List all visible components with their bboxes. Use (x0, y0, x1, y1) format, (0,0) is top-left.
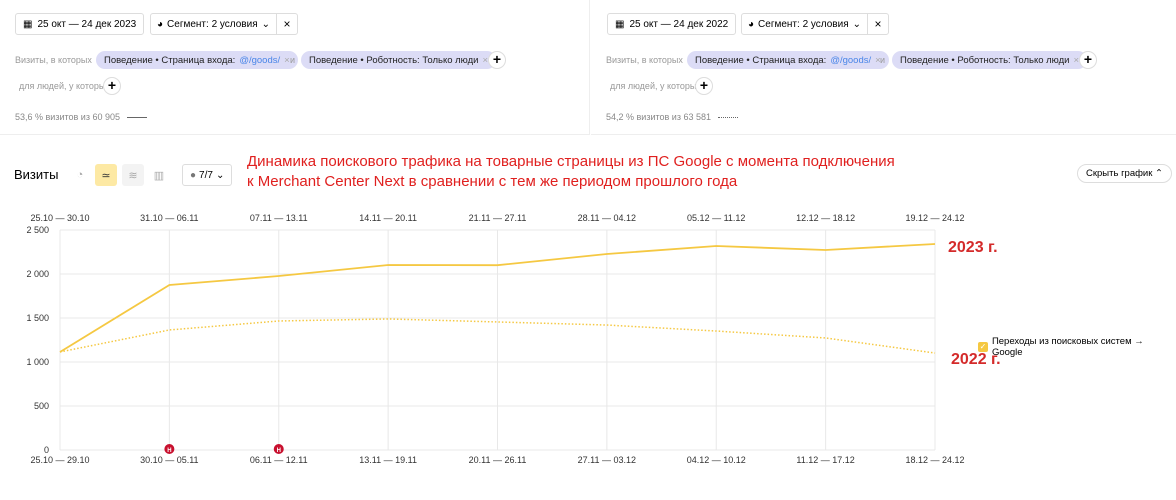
series-line-2022 (59, 318, 936, 354)
annotation-text: Динамика поискового трафика на товарные … (247, 153, 895, 190)
segment-panel-2022: ▦ 25 окт — 24 дек 2022 ◕ Сегмент: 2 услови… (591, 0, 1176, 135)
pie-chart-icon[interactable]: ◔ (69, 164, 91, 186)
pie-icon: ◕ (157, 18, 164, 30)
x-top-tick-label: 28.11 — 04.12 (578, 213, 636, 223)
add-people-condition-button[interactable]: + (695, 77, 713, 95)
x-bottom-tick-label: 27.11 — 03.12 (578, 455, 636, 465)
x-top-tick-label: 05.12 — 11.12 (687, 213, 745, 223)
y-tick-label: 500 (34, 401, 49, 411)
date-range-button[interactable]: ▦ 25 окт — 24 дек 2022 (607, 13, 737, 35)
note-marker-icon (273, 444, 284, 454)
x-top-tick-label: 12.12 — 18.12 (796, 213, 855, 223)
y-tick-label: 1 000 (26, 357, 49, 367)
x-bottom-tick-label: 13.11 — 19.11 (359, 455, 417, 465)
chevron-down-icon: ⌄ (261, 18, 271, 30)
add-condition-button[interactable]: + (488, 51, 506, 69)
x-top-tick-label: 25.10 — 30.10 (30, 213, 89, 223)
area-chart-icon[interactable]: ≋ (122, 164, 144, 186)
close-icon[interactable]: × (277, 14, 297, 34)
visits-label: Визиты, в которых (15, 55, 92, 65)
remove-icon[interactable]: × (284, 55, 290, 66)
people-label: для людей, у которых (19, 81, 110, 91)
segment-stat: 53,6 % визитов из 60 905 (15, 112, 147, 122)
calendar-icon: ▦ (23, 18, 33, 30)
x-top-tick-label: 19.12 — 24.12 (905, 213, 964, 223)
x-bottom-tick-label: 20.11 — 26.11 (469, 455, 527, 465)
note-marker-icon (164, 444, 175, 454)
y-tick-label: 2 500 (26, 225, 49, 235)
chip-label: Поведение • Страница входа: (104, 54, 236, 66)
x-bottom-tick-label: 30.10 — 05.11 (140, 455, 198, 465)
chip-label: Поведение • Роботность: Только люди (309, 54, 479, 66)
and-label: и (290, 55, 296, 65)
label-2023: 2023 г. (948, 239, 998, 256)
chip-label: Поведение • Роботность: Только люди (900, 54, 1070, 66)
y-tick-label: 0 (44, 445, 49, 455)
pie-icon: ◕ (748, 18, 755, 30)
segment-panel-2023: ▦ 25 окт — 24 дек 2023 ◕ Сегмент: 2 услови… (0, 0, 590, 135)
add-people-condition-button[interactable]: + (103, 77, 121, 95)
condition-chip-robots[interactable]: Поведение • Роботность: Только люди × (301, 51, 497, 69)
line-chart-icon[interactable]: ≃ (95, 164, 117, 186)
segment-stat: 54,2 % визитов из 63 581 (606, 112, 738, 122)
y-tick-label: 1 500 (26, 313, 49, 323)
date-range-button[interactable]: ▦ 25 окт — 24 дек 2023 (15, 13, 145, 35)
x-bottom-tick-label: 25.10 — 29.10 (30, 455, 89, 465)
and-label: и (880, 55, 886, 65)
add-condition-button[interactable]: + (1079, 51, 1097, 69)
chip-value: @/goods/ (239, 54, 281, 66)
chevron-down-icon: ⌄ (215, 169, 225, 181)
condition-chip-entry-page[interactable]: Поведение • Страница входа: @/goods/× (96, 51, 298, 69)
chip-label: Поведение • Страница входа: (695, 54, 827, 66)
visits-label: Визиты, в которых (606, 55, 683, 65)
calendar-icon: ▦ (615, 18, 625, 30)
x-top-tick-label: 07.11 — 13.11 (250, 213, 308, 223)
segment-selector[interactable]: ◕ Сегмент: 2 условия ⌄ × (741, 13, 890, 35)
x-bottom-tick-label: 18.12 — 24.12 (905, 455, 964, 465)
bar-chart-icon[interactable]: ▥ (148, 164, 170, 186)
segment-selector[interactable]: ◕ Сегмент: 2 условия ⌄ × (150, 13, 299, 35)
note-marker-label: Н (277, 448, 281, 454)
legend-item[interactable]: ✓ Переходы из поисковых систем → Google (978, 336, 1176, 358)
comment-icon: ● (190, 169, 197, 181)
chart-title: Визиты (14, 167, 59, 182)
x-top-tick-label: 31.10 — 06.11 (140, 213, 198, 223)
chevron-down-icon: ⌄ (852, 18, 862, 30)
x-bottom-tick-label: 06.11 — 12.11 (250, 455, 308, 465)
people-label: для людей, у которых (610, 81, 701, 91)
y-tick-label: 2 000 (26, 269, 49, 279)
condition-chip-entry-page[interactable]: Поведение • Страница входа: @/goods/× (687, 51, 889, 69)
condition-chip-robots[interactable]: Поведение • Роботность: Только люди × (892, 51, 1088, 69)
note-marker-label: Н (167, 448, 171, 454)
comments-button[interactable]: ● 7/7 ⌄ (182, 164, 233, 186)
x-top-tick-label: 21.11 — 27.11 (469, 213, 527, 223)
x-bottom-tick-label: 04.12 — 10.12 (687, 455, 746, 465)
x-top-tick-label: 14.11 — 20.11 (359, 213, 417, 223)
chip-value: @/goods/ (830, 54, 872, 66)
x-bottom-tick-label: 11.12 — 17.12 (796, 455, 854, 465)
hide-chart-button[interactable]: Скрыть график ⌃ (1077, 164, 1172, 183)
checkbox-icon[interactable]: ✓ (978, 342, 988, 352)
series-line-2023 (59, 243, 936, 353)
close-icon[interactable]: × (868, 14, 888, 34)
